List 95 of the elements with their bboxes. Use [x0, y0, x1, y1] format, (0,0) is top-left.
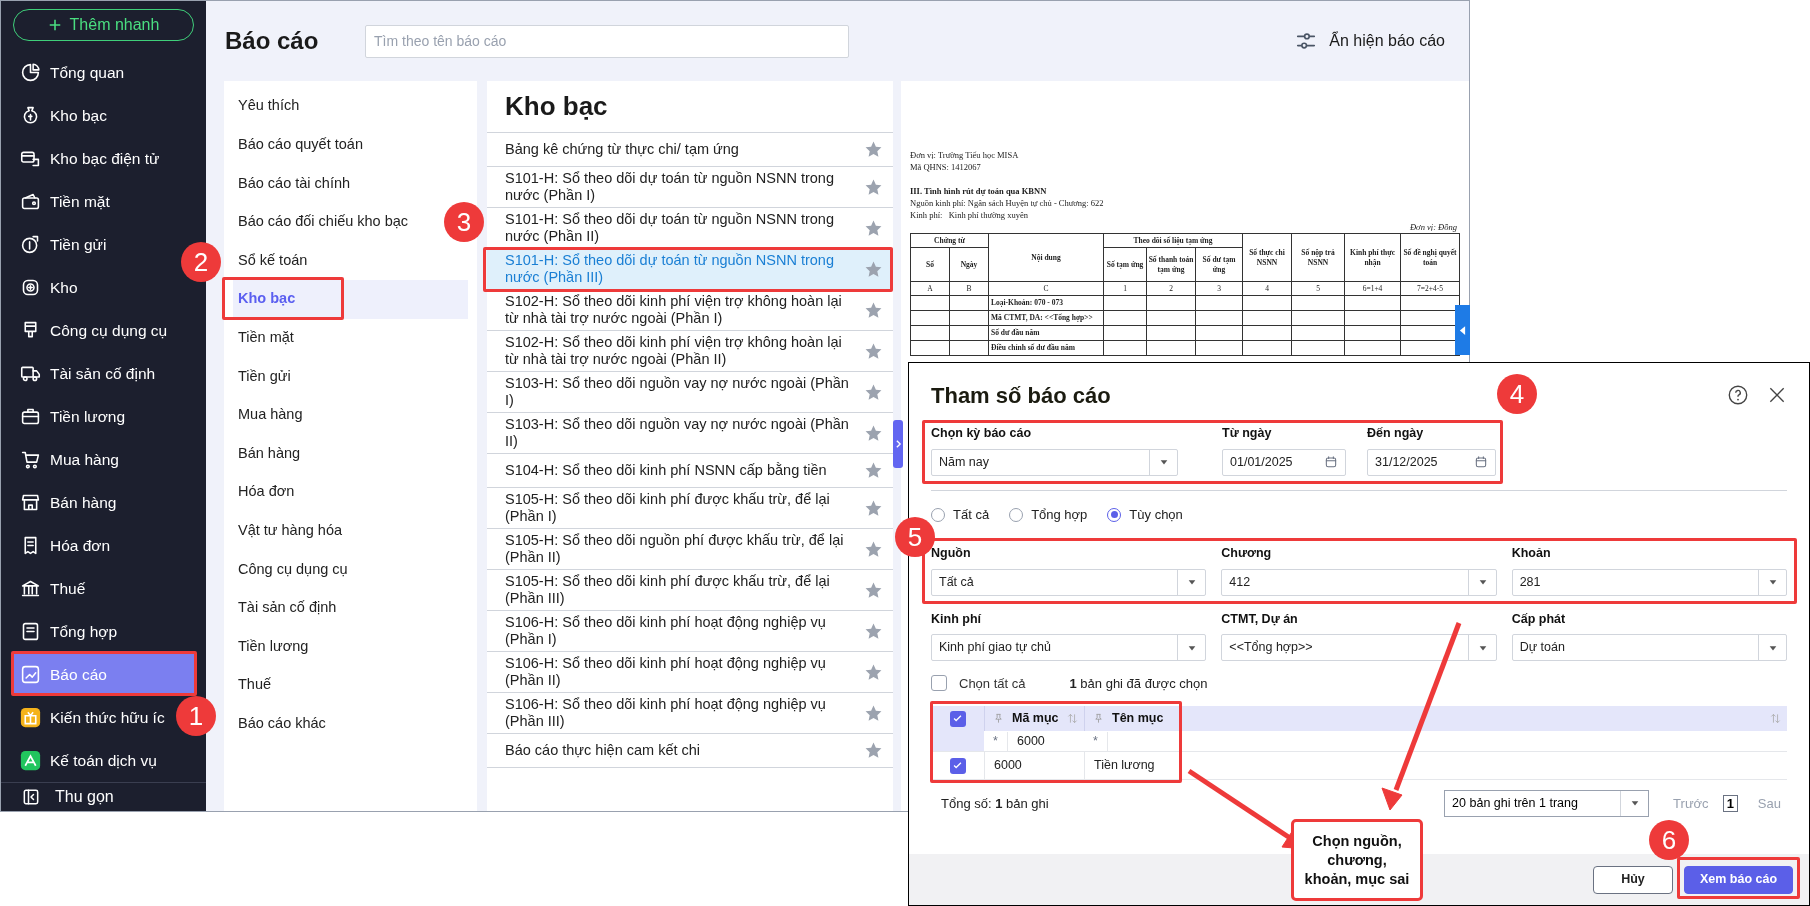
field-label: Đến ngày — [1367, 425, 1424, 442]
report-item[interactable]: S101-H: Sổ theo dõi dự toán từ nguồn NSNN trong nước (Phần I) — [487, 167, 893, 208]
dropdown[interactable]: Kinh phí giao tự chủ — [931, 634, 1207, 662]
checkbox-label[interactable]: Chọn tất cả — [959, 673, 1026, 693]
field-label: CTMT, Dự án — [1221, 610, 1298, 628]
sidebar-item[interactable]: Tổng hợp — [13, 610, 120, 653]
view-report-button[interactable]: Xem báo cáo — [1684, 865, 1793, 894]
sidebar-item[interactable]: Kho bạc — [13, 94, 109, 137]
record-total: Tổng số: 1 bản ghi — [941, 794, 1049, 813]
cancel-button[interactable]: Hủy — [1593, 865, 1673, 894]
category-item[interactable]: Báo cáo khác — [233, 704, 331, 744]
sidebar-item[interactable]: Kiến thức hữu íc — [13, 696, 167, 739]
document-text: Mã QHNS: 1412067 — [910, 161, 982, 173]
dropdown[interactable]: Tất cả — [931, 568, 1207, 596]
category-item[interactable]: Vật tư hàng hóa — [233, 511, 348, 551]
dropdown[interactable]: Năm nay — [931, 448, 1178, 476]
radio-label[interactable]: Tùy chọn — [1129, 505, 1183, 525]
report-item[interactable]: S105-H: Sổ theo dõi nguồn phí được khấu trừ, để lại (Phần II) — [487, 529, 893, 570]
sidebar-item[interactable]: Tiền lương — [13, 395, 128, 438]
category-item[interactable]: Tiền gửi — [233, 357, 296, 396]
search-field[interactable]: Tìm theo tên báo cáo — [365, 24, 849, 58]
sidebar-item[interactable]: Bán hàng — [13, 481, 119, 524]
category-item[interactable]: Yêu thích — [233, 87, 305, 126]
show-hide-reports-button[interactable]: Ẩn hiện báo cáo — [1295, 29, 1445, 53]
column-header[interactable]: Tên mục — [1112, 709, 1164, 729]
list-title: Kho bạc — [487, 81, 893, 133]
category-item[interactable]: Mua hàng — [233, 395, 308, 435]
field-label: Khoản — [1511, 544, 1551, 562]
sidebar-item[interactable]: Công cụ dụng cụ — [13, 309, 170, 352]
document-text: Kinh phí: Kinh phí thường xuyên — [910, 209, 1029, 221]
category-item[interactable]: Thuế — [233, 665, 277, 705]
sidebar-item[interactable]: Tổng quan — [13, 51, 127, 94]
category-item[interactable]: Báo cáo quyết toán — [233, 125, 368, 165]
dropdown[interactable]: 412 — [1221, 568, 1497, 596]
report-item[interactable]: S106-H: Sổ theo dõi kinh phí hoạt động nghiệp vụ (Phần III) — [487, 693, 893, 734]
report-item[interactable]: S106-H: Sổ theo dõi kinh phí hoạt động nghiệp vụ (Phần I) — [487, 611, 893, 652]
field-label: Từ ngày — [1222, 425, 1272, 442]
category-item[interactable]: Báo cáo đối chiếu kho bạc — [233, 202, 414, 242]
dropdown[interactable]: 281 — [1511, 568, 1787, 596]
report-item[interactable]: S102-H: Sổ theo dõi kinh phí viện trợ không hoàn lại từ nhà tài trợ nước ngoài (Phần II) — [487, 331, 893, 372]
table-cell: 6000 — [984, 752, 1084, 780]
filter-operator[interactable]: * — [984, 731, 1008, 751]
sidebar-item[interactable]: Tiền mặt — [13, 180, 112, 223]
radio-label[interactable]: Tất cả — [953, 505, 990, 525]
report-item[interactable]: S101-H: Sổ theo dõi dự toán từ nguồn NSNN trong nước (Phần III) — [487, 249, 893, 290]
field-label: Kinh phí — [931, 610, 981, 628]
report-item[interactable]: S104-H: Sổ theo dõi kinh phí NSNN cấp bằng tiền — [487, 454, 893, 488]
document-text: Đơn vị: Đồng — [1408, 221, 1457, 233]
page-size-dropdown[interactable]: 20 bản ghi trên 1 trang — [1444, 789, 1650, 817]
category-item[interactable]: Hóa đơn — [233, 472, 300, 512]
category-item[interactable]: Sổ kế toán — [233, 241, 313, 280]
sidebar-item[interactable]: Tiền gửi — [13, 223, 109, 266]
report-item[interactable]: S103-H: Sổ theo dõi nguồn vay nợ nước ngoài (Phần I) — [487, 372, 893, 413]
sidebar-item[interactable]: Kế toán dịch vụ — [13, 739, 159, 782]
date-field[interactable]: 01/01/2025 — [1222, 448, 1346, 476]
sidebar-item[interactable]: Mua hàng — [13, 438, 121, 481]
document-text: Nguồn kinh phí: Ngân sách Huyện tự chủ - Chương: 622 — [910, 197, 1105, 209]
sidebar-item[interactable]: Hóa đơn — [13, 524, 113, 567]
dropdown[interactable]: Dự toán — [1511, 634, 1787, 662]
report-item[interactable]: Báo cáo thực hiện cam kết chi — [487, 734, 893, 768]
report-item[interactable]: Bảng kê chứng từ thực chi/ tạm ứng — [487, 133, 893, 167]
report-item[interactable]: S105-H: Sổ theo dõi kinh phí được khấu trừ, để lại (Phần III) — [487, 570, 893, 611]
sidebar-item[interactable]: Tài sản cố định — [13, 352, 158, 395]
selection-count: 1 bản ghi đã được chọn — [1069, 674, 1208, 693]
report-item[interactable]: S101-H: Sổ theo dõi dự toán từ nguồn NSNN trong nước (Phần II) — [487, 208, 893, 249]
filter-operator[interactable]: * — [1084, 731, 1108, 751]
sidebar-item[interactable]: Kho — [13, 266, 80, 309]
category-item[interactable]: Báo cáo tài chính — [233, 164, 356, 203]
sidebar-item[interactable]: Kho bạc điện tử — [13, 137, 162, 180]
column-header[interactable]: Mã mục — [1012, 709, 1059, 729]
page-title: Báo cáo — [225, 26, 320, 56]
report-item[interactable]: S102-H: Sổ theo dõi kinh phí viện trợ không hoàn lại từ nhà tài trợ nước ngoài (Phần I) — [487, 290, 893, 331]
filter-input[interactable]: 6000 — [1008, 731, 1045, 751]
date-field[interactable]: 31/12/2025 — [1367, 448, 1496, 476]
document-text: Đơn vị: Trường Tiểu học MISA — [910, 149, 1020, 161]
page-number[interactable]: 1 — [1722, 794, 1738, 812]
category-item[interactable]: Kho bạc — [233, 279, 468, 319]
category-item[interactable]: Tiền mặt — [233, 318, 299, 358]
collapse-button[interactable]: Thu gọn — [1, 782, 206, 811]
radio-label[interactable]: Tổng hợp — [1031, 505, 1088, 525]
category-item[interactable]: Bán hàng — [233, 434, 306, 473]
dropdown[interactable]: <<Tổng hợp>> — [1221, 634, 1497, 662]
category-item[interactable]: Tài sản cố định — [233, 588, 342, 628]
field-label: Cấp phát — [1511, 610, 1566, 628]
category-item[interactable]: Công cụ dụng cụ — [233, 550, 353, 589]
sidebar-item[interactable]: Thuế — [13, 567, 88, 610]
document-heading: III. Tình hình rút dự toán qua KBNN — [910, 185, 1048, 197]
report-item[interactable]: S106-H: Sổ theo dõi kinh phí hoạt động nghiệp vụ (Phần II) — [487, 652, 893, 693]
report-item[interactable]: S103-H: Sổ theo dõi nguồn vay nợ nước ngoài (Phần II) — [487, 413, 893, 454]
callout-note: Chọn nguồn, chương, khoản, mục sai — [1291, 819, 1423, 901]
report-item[interactable]: S105-H: Sổ theo dõi kinh phí được khấu trừ, để lại (Phần I) — [487, 488, 893, 529]
dialog-title: Tham số báo cáo — [931, 381, 1111, 410]
category-item[interactable]: Tiền lương — [233, 627, 314, 666]
field-label: Chương — [1221, 544, 1272, 562]
field-label: Chọn kỳ báo cáo — [931, 425, 1032, 442]
